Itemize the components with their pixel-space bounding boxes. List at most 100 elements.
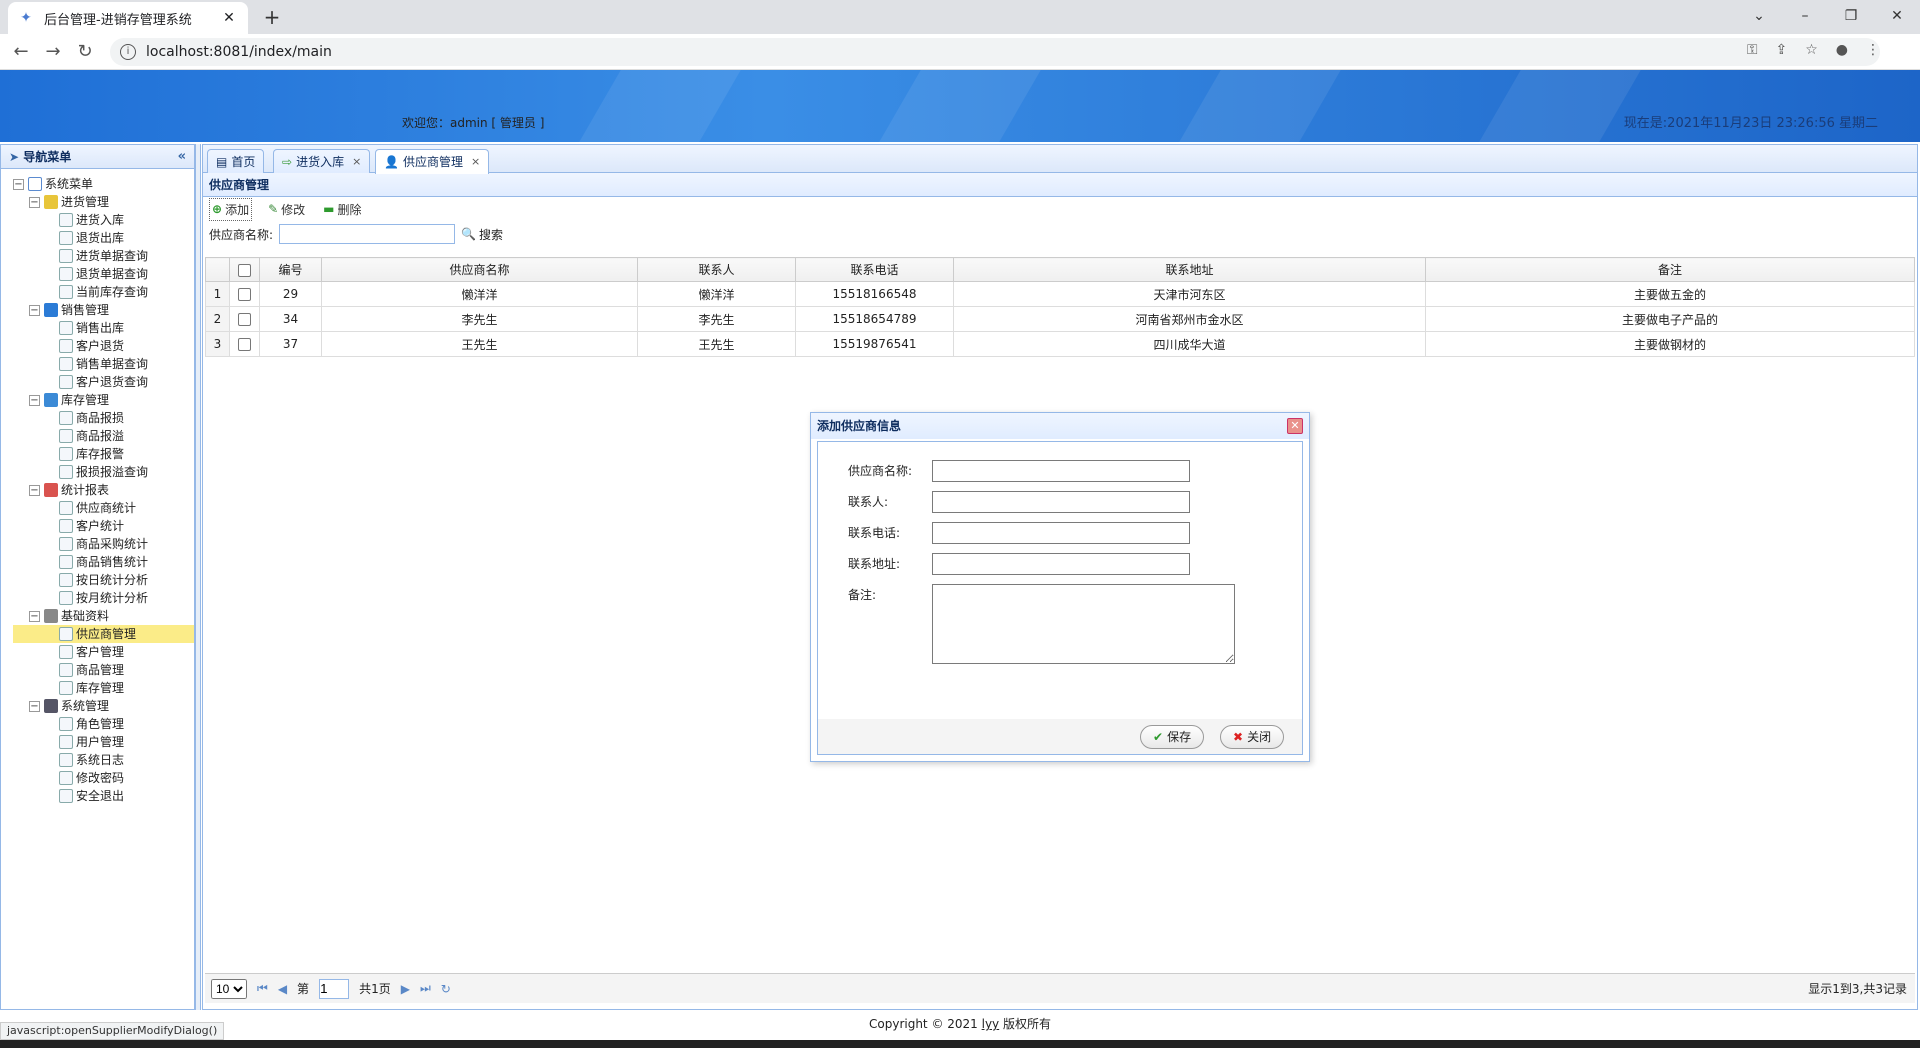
- row-checkbox[interactable]: [238, 288, 251, 301]
- contact-field[interactable]: [932, 491, 1190, 513]
- more-menu-icon[interactable]: ⋮: [1866, 42, 1880, 58]
- tree-root[interactable]: − 系统菜单: [13, 175, 194, 193]
- close-tab-icon[interactable]: ✕: [220, 10, 238, 26]
- tab-supplier[interactable]: 👤 供应商管理 ×: [375, 149, 490, 174]
- tree-item[interactable]: 客户退货: [13, 337, 194, 355]
- phone-field[interactable]: [932, 522, 1190, 544]
- save-button[interactable]: ✔ 保存: [1140, 725, 1205, 749]
- tree-item[interactable]: 进货入库: [13, 211, 194, 229]
- tree-item[interactable]: 角色管理: [13, 715, 194, 733]
- tree-item[interactable]: 商品报溢: [13, 427, 194, 445]
- forward-arrow-icon[interactable]: →: [40, 40, 66, 64]
- table-row[interactable]: 2 34 李先生 李先生 15518654789 河南省郑州市金水区 主要做电子产品的: [205, 306, 1915, 332]
- tree-item[interactable]: 退货单据查询: [13, 265, 194, 283]
- close-window-button[interactable]: ✕: [1874, 0, 1920, 34]
- tree-item[interactable]: 客户退货查询: [13, 373, 194, 391]
- row-checkbox[interactable]: [238, 313, 251, 326]
- tree-group[interactable]: − 进货管理: [13, 193, 194, 211]
- copyright-link[interactable]: lyy: [982, 1017, 1000, 1031]
- row-select[interactable]: [229, 331, 260, 357]
- close-tab-icon[interactable]: ×: [471, 151, 480, 173]
- toggle-minus-icon[interactable]: −: [29, 700, 40, 712]
- tree-item[interactable]: 安全退出: [13, 787, 194, 805]
- tree-item[interactable]: 进货单据查询: [13, 247, 194, 265]
- table-row[interactable]: 3 37 王先生 王先生 15519876541 四川成华大道 主要做钢材的: [205, 331, 1915, 357]
- tree-item[interactable]: 报损报溢查询: [13, 463, 194, 481]
- prev-page-icon[interactable]: ◀: [278, 982, 287, 996]
- select-all-checkbox[interactable]: [238, 263, 251, 277]
- close-tab-icon[interactable]: ×: [352, 151, 361, 173]
- minimize-button[interactable]: –: [1782, 0, 1828, 34]
- address-bar[interactable]: i localhost:8081/index/main ⚿ ⇪ ☆ ● ⋮: [110, 38, 1880, 66]
- next-page-icon[interactable]: ▶: [401, 982, 410, 996]
- new-tab-button[interactable]: +: [260, 6, 284, 30]
- toggle-minus-icon[interactable]: −: [29, 196, 40, 208]
- page-size-select[interactable]: 10: [211, 978, 247, 999]
- close-button[interactable]: ✖ 关闭: [1220, 725, 1285, 749]
- tree-group[interactable]: − 销售管理: [13, 301, 194, 319]
- col-header[interactable]: 编号: [259, 257, 322, 282]
- col-header[interactable]: 供应商名称: [321, 257, 638, 282]
- reload-icon[interactable]: ↻: [72, 40, 98, 64]
- toggle-minus-icon[interactable]: −: [29, 610, 40, 622]
- tree-group[interactable]: − 统计报表: [13, 481, 194, 499]
- tree-item[interactable]: 系统日志: [13, 751, 194, 769]
- remark-field[interactable]: [932, 584, 1235, 664]
- tree-item[interactable]: 客户统计: [13, 517, 194, 535]
- tree-item[interactable]: 供应商管理: [13, 625, 194, 643]
- tree-item[interactable]: 当前库存查询: [13, 283, 194, 301]
- tree-item[interactable]: 库存管理: [13, 679, 194, 697]
- back-arrow-icon[interactable]: ←: [8, 40, 34, 64]
- col-header[interactable]: 联系人: [637, 257, 796, 282]
- row-select[interactable]: [229, 306, 260, 332]
- supplier-name-input[interactable]: [279, 224, 456, 244]
- tree-item[interactable]: 退货出库: [13, 229, 194, 247]
- col-header[interactable]: 联系电话: [795, 257, 954, 282]
- last-page-icon[interactable]: ⏭: [420, 981, 431, 996]
- tree-item[interactable]: 销售单据查询: [13, 355, 194, 373]
- tree-item[interactable]: 商品采购统计: [13, 535, 194, 553]
- panel-splitter[interactable]: [195, 144, 201, 1010]
- tree-group[interactable]: − 系统管理: [13, 697, 194, 715]
- share-icon[interactable]: ⇪: [1775, 42, 1787, 58]
- address-field[interactable]: [932, 553, 1190, 575]
- supplier-name-field[interactable]: [932, 460, 1190, 482]
- tree-item[interactable]: 商品销售统计: [13, 553, 194, 571]
- edit-button[interactable]: ✎ 修改: [266, 199, 307, 220]
- search-button[interactable]: 🔍 搜索: [461, 226, 503, 243]
- dialog-close-icon[interactable]: ✕: [1287, 418, 1303, 434]
- table-row[interactable]: 1 29 懒洋洋 懒洋洋 15518166548 天津市河东区 主要做五金的: [205, 281, 1915, 307]
- tree-item[interactable]: 按日统计分析: [13, 571, 194, 589]
- tree-item[interactable]: 供应商统计: [13, 499, 194, 517]
- tree-item[interactable]: 库存报警: [13, 445, 194, 463]
- tree-item[interactable]: 客户管理: [13, 643, 194, 661]
- browser-tab[interactable]: ✦ 后台管理-进销存管理系统 ✕: [8, 2, 248, 34]
- toggle-minus-icon[interactable]: −: [29, 394, 40, 406]
- first-page-icon[interactable]: ⏮: [257, 981, 268, 996]
- tree-item[interactable]: 商品报损: [13, 409, 194, 427]
- page-number-input[interactable]: [319, 978, 350, 999]
- tab-home[interactable]: ▤ 首页: [207, 149, 265, 173]
- col-header[interactable]: 联系地址: [953, 257, 1426, 282]
- add-button[interactable]: ⊕ 添加: [209, 197, 253, 221]
- row-select[interactable]: [229, 281, 260, 307]
- collapse-icon[interactable]: «: [178, 145, 186, 169]
- toggle-minus-icon[interactable]: −: [29, 304, 40, 316]
- profile-avatar-icon[interactable]: ●: [1836, 42, 1848, 58]
- profile-menu-icon[interactable]: ⌄: [1736, 0, 1782, 34]
- key-icon[interactable]: ⚿: [1747, 42, 1758, 58]
- tree-item[interactable]: 商品管理: [13, 661, 194, 679]
- tab-purchase-in[interactable]: ⇨ 进货入库 ×: [273, 149, 371, 173]
- toggle-minus-icon[interactable]: −: [13, 178, 24, 190]
- tree-item[interactable]: 销售出库: [13, 319, 194, 337]
- tree-item[interactable]: 修改密码: [13, 769, 194, 787]
- site-info-icon[interactable]: i: [120, 44, 136, 60]
- refresh-icon[interactable]: ↻: [441, 982, 451, 996]
- col-header[interactable]: 备注: [1425, 257, 1915, 282]
- tree-group[interactable]: − 库存管理: [13, 391, 194, 409]
- toggle-minus-icon[interactable]: −: [29, 484, 40, 496]
- bookmark-star-icon[interactable]: ☆: [1805, 42, 1818, 58]
- tree-item[interactable]: 按月统计分析: [13, 589, 194, 607]
- delete-button[interactable]: ▬ 删除: [321, 199, 363, 220]
- tree-group[interactable]: − 基础资料: [13, 607, 194, 625]
